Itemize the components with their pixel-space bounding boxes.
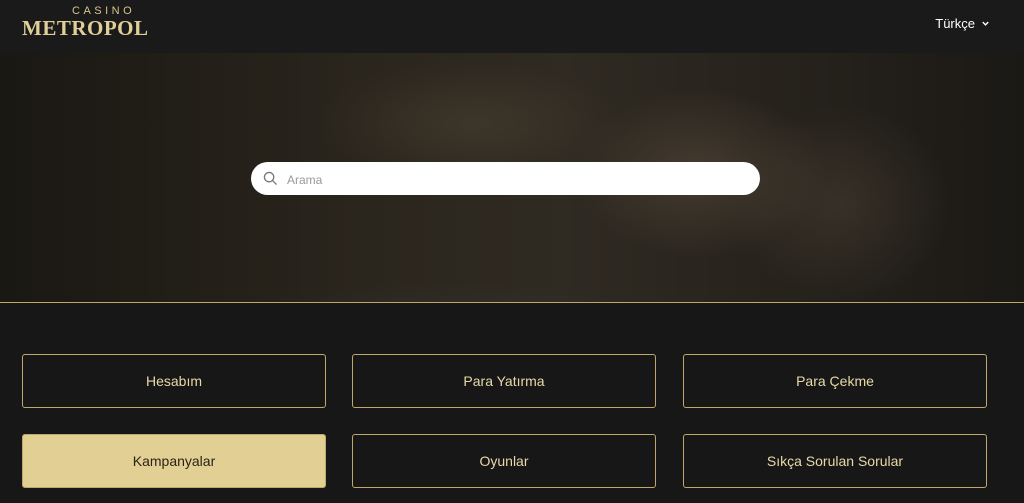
menu-tile-label: Kampanyalar [132, 453, 216, 469]
search-input[interactable] [285, 168, 749, 191]
menu-tile-withdraw[interactable]: Para Çekme [683, 354, 987, 408]
menu-tile-faq[interactable]: Sıkça Sorulan Sorular [683, 434, 987, 488]
casino-metropol-logo[interactable]: CASINO METROPOL [22, 5, 148, 41]
language-selector[interactable]: Türkçe [935, 16, 990, 31]
menu-tile-deposit[interactable]: Para Yatırma [352, 354, 656, 408]
menu-tile-label: Oyunlar [479, 453, 529, 469]
hero-divider [0, 302, 1024, 303]
menu-tile-games[interactable]: Oyunlar [352, 434, 656, 488]
menu-tile-label: Sıkça Sorulan Sorular [766, 453, 904, 469]
menu-tile-label: Hesabım [145, 373, 203, 389]
menu-tile-account[interactable]: Hesabım [22, 354, 326, 408]
search-bar[interactable] [251, 162, 760, 195]
top-header: CASINO METROPOL Türkçe [0, 0, 1024, 53]
menu-tile-label: Para Yatırma [463, 373, 545, 389]
logo-main-text: METROPOL [22, 16, 149, 40]
menu-tile-promotions[interactable]: Kampanyalar [22, 434, 326, 488]
chevron-down-icon [981, 16, 990, 31]
language-label: Türkçe [935, 16, 975, 31]
menu-tile-label: Para Çekme [796, 373, 874, 389]
